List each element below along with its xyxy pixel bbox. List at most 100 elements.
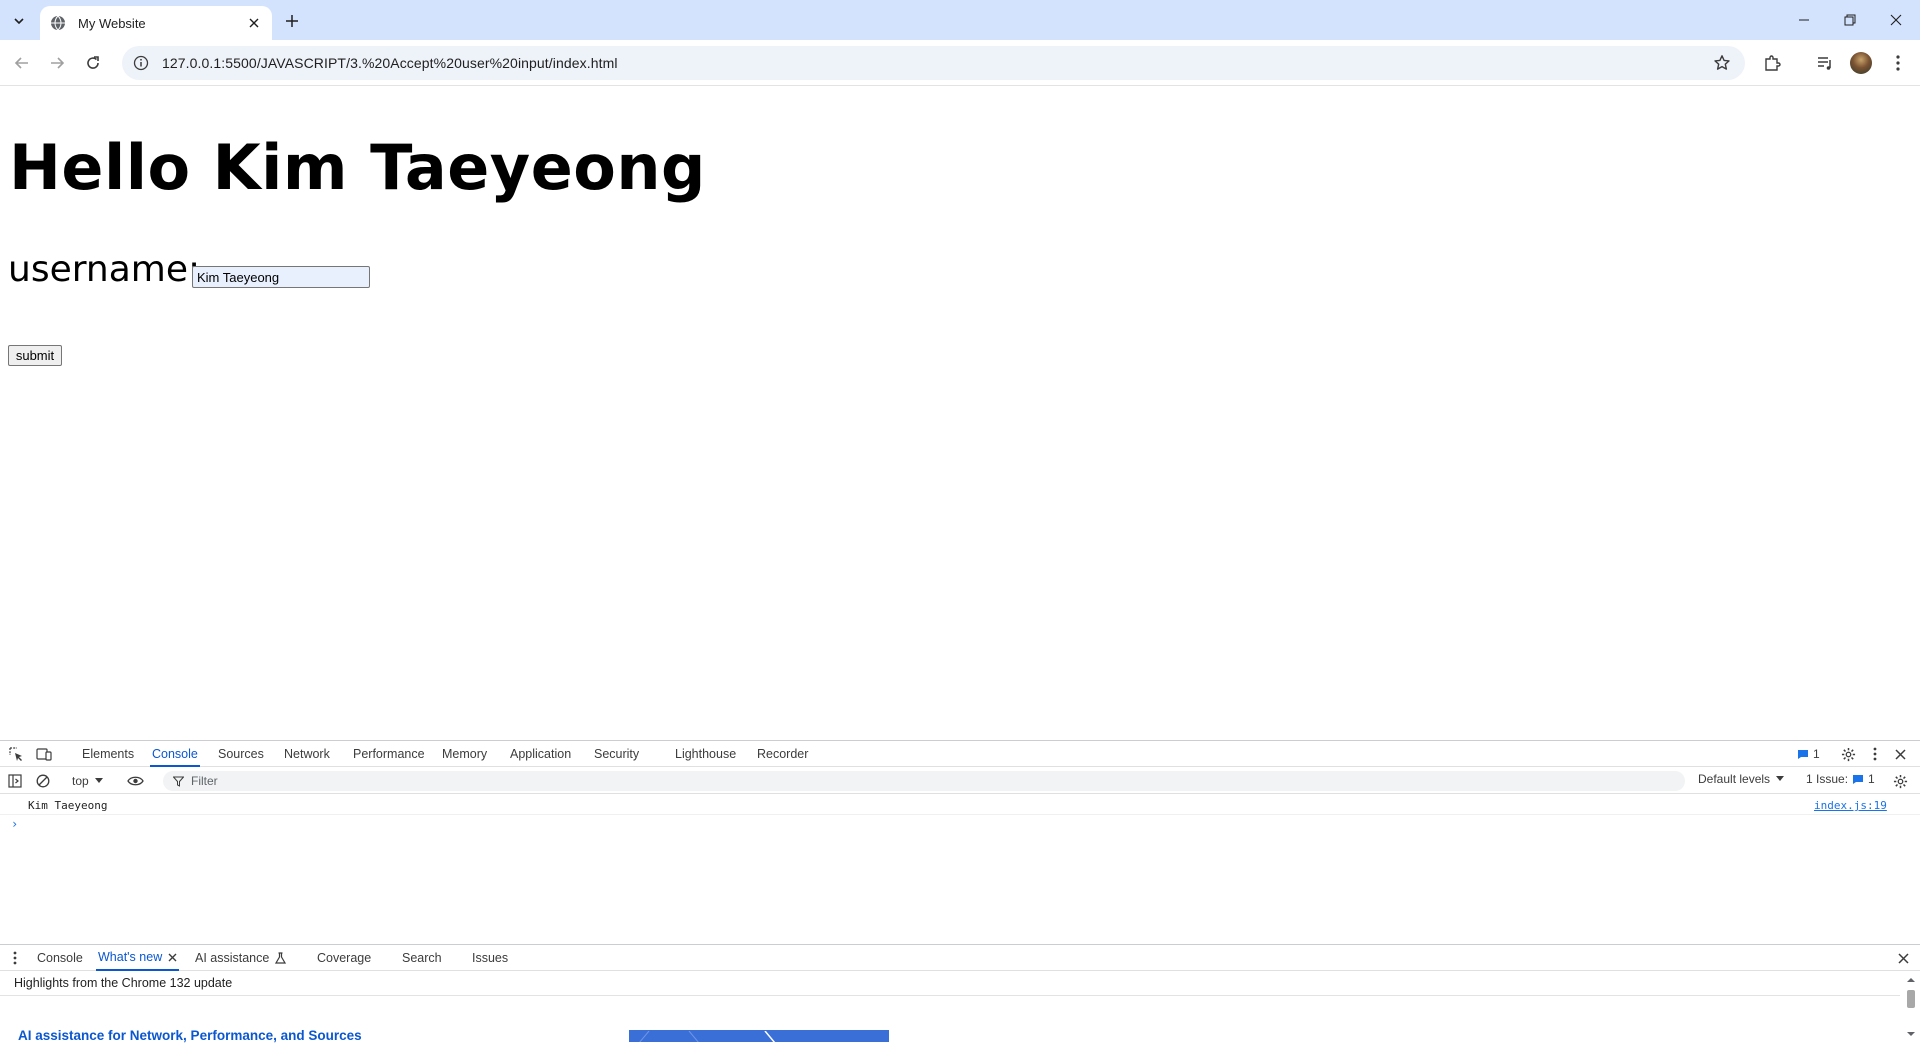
tab-memory[interactable]: Memory xyxy=(440,741,489,767)
drawer-tab-label: Coverage xyxy=(317,951,372,965)
restore-button[interactable] xyxy=(1827,0,1873,40)
url-text: 127.0.0.1:5500/JAVASCRIPT/3.%20Accept%20… xyxy=(162,55,618,71)
console-settings-icon[interactable] xyxy=(1891,772,1909,790)
drawer-menu-icon[interactable] xyxy=(6,949,24,967)
console-toolbar: top Filter Default levels 1 Issue: 1 xyxy=(0,768,1920,794)
devtools-panel: Elements Console Sources Network Perform… xyxy=(0,740,1920,1043)
tab-title: My Website xyxy=(78,15,146,31)
scroll-up-arrow-icon[interactable] xyxy=(1904,975,1918,985)
devtools-settings-icon[interactable] xyxy=(1839,745,1857,763)
live-expression-eye-icon[interactable] xyxy=(126,772,144,790)
drawer-tab-ai-assistance[interactable]: AI assistance xyxy=(193,945,288,971)
tab-application[interactable]: Application xyxy=(508,741,573,767)
console-log-entry: Kim Taeyeong index.js:19 xyxy=(0,795,1920,815)
minimize-button[interactable] xyxy=(1781,0,1827,40)
tab-strip: My Website xyxy=(0,0,1920,40)
messages-count: 1 xyxy=(1813,747,1820,761)
close-window-button[interactable] xyxy=(1873,0,1919,40)
drawer-tab-label: Search xyxy=(402,951,442,965)
issues-counter[interactable]: 1 Issue: 1 xyxy=(1806,772,1875,786)
username-label: username: xyxy=(8,249,201,290)
whats-new-heading: Highlights from the Chrome 132 update xyxy=(14,976,233,990)
site-info-icon[interactable] xyxy=(132,54,150,72)
whats-new-article-link[interactable]: AI assistance for Network, Performance, … xyxy=(18,1028,362,1043)
close-icon[interactable] xyxy=(168,953,177,962)
back-button[interactable] xyxy=(8,49,36,77)
drawer-tab-whats-new[interactable]: What's new xyxy=(96,945,180,971)
tab-performance[interactable]: Performance xyxy=(351,741,427,767)
tab-console[interactable]: Console xyxy=(150,741,200,767)
divider xyxy=(0,995,1900,996)
web-page: Hello Kim Taeyeong username: submit xyxy=(0,86,1920,740)
reload-icon xyxy=(87,56,99,69)
console-filter-input[interactable]: Filter xyxy=(163,771,1685,791)
browser-tab[interactable]: My Website xyxy=(40,6,272,40)
tab-lighthouse[interactable]: Lighthouse xyxy=(673,741,738,767)
chevron-down-icon xyxy=(14,18,24,25)
close-tab-icon[interactable] xyxy=(246,15,262,31)
console-output: Kim Taeyeong index.js:19 › xyxy=(0,795,1920,945)
drawer-tab-issues[interactable]: Issues xyxy=(470,945,510,971)
arrow-left-icon xyxy=(14,57,28,69)
username-input[interactable] xyxy=(192,266,370,288)
drawer-close-icon[interactable] xyxy=(1894,949,1912,967)
drawer-tab-label: Console xyxy=(37,951,83,965)
sidebar-toggle-icon[interactable] xyxy=(6,772,24,790)
plus-icon xyxy=(286,15,298,27)
issues-label: 1 Issue: xyxy=(1806,772,1849,786)
devtools-tab-bar: Elements Console Sources Network Perform… xyxy=(0,741,1920,767)
profile-avatar[interactable] xyxy=(1850,52,1872,74)
messages-badge[interactable]: 1 xyxy=(1797,741,1820,767)
log-source-link[interactable]: index.js:19 xyxy=(1814,799,1887,812)
minimize-icon xyxy=(1799,19,1809,21)
device-toolbar-icon[interactable] xyxy=(35,745,53,763)
scroll-thumb[interactable] xyxy=(1907,990,1915,1008)
log-levels-label: Default levels xyxy=(1698,772,1771,786)
console-prompt[interactable]: › xyxy=(11,817,18,831)
forward-button[interactable] xyxy=(43,49,71,77)
greeting-heading: Hello Kim Taeyeong xyxy=(9,131,706,204)
drawer-tab-bar: Console What's new AI assistance Coverag… xyxy=(0,944,1920,971)
globe-icon xyxy=(51,15,65,31)
drawer-scrollbar[interactable] xyxy=(1904,972,1918,1041)
bookmark-star-icon[interactable] xyxy=(1711,52,1733,74)
browser-toolbar: 127.0.0.1:5500/JAVASCRIPT/3.%20Accept%20… xyxy=(0,40,1920,86)
whats-new-thumbnail[interactable] xyxy=(629,1030,889,1042)
devtools-more-icon[interactable] xyxy=(1866,745,1884,763)
filter-placeholder: Filter xyxy=(191,774,218,788)
tab-search-button[interactable] xyxy=(6,8,32,34)
whats-new-panel: Highlights from the Chrome 132 update AI… xyxy=(0,972,1920,1043)
media-controls-button[interactable] xyxy=(1813,51,1837,75)
new-tab-button[interactable] xyxy=(280,9,304,33)
context-select[interactable]: top xyxy=(72,772,103,790)
close-icon xyxy=(1890,14,1902,26)
drawer-tab-search[interactable]: Search xyxy=(400,945,444,971)
message-icon xyxy=(1853,774,1864,784)
drawer-tab-label: AI assistance xyxy=(195,951,270,965)
caret-down-icon xyxy=(1776,776,1785,781)
tab-security[interactable]: Security xyxy=(592,741,641,767)
arrow-right-icon xyxy=(51,57,65,69)
submit-button[interactable]: submit xyxy=(8,345,62,366)
clear-console-icon[interactable] xyxy=(34,772,52,790)
playlist-icon xyxy=(1818,57,1831,70)
message-icon xyxy=(1798,749,1808,759)
tab-network[interactable]: Network xyxy=(282,741,332,767)
tab-elements[interactable]: Elements xyxy=(80,741,136,767)
reload-button[interactable] xyxy=(79,49,107,77)
inspect-element-icon[interactable] xyxy=(7,745,25,763)
drawer-tab-console[interactable]: Console xyxy=(35,945,85,971)
issues-count: 1 xyxy=(1868,772,1875,786)
extensions-button[interactable] xyxy=(1760,51,1784,75)
puzzle-icon xyxy=(1765,55,1781,71)
devtools-close-icon[interactable] xyxy=(1891,745,1909,763)
tab-sources[interactable]: Sources xyxy=(216,741,266,767)
browser-menu-button[interactable] xyxy=(1886,51,1910,75)
scroll-down-arrow-icon[interactable] xyxy=(1904,1029,1918,1039)
log-levels-dropdown[interactable]: Default levels xyxy=(1698,772,1785,786)
filter-icon xyxy=(173,776,184,787)
address-bar[interactable]: 127.0.0.1:5500/JAVASCRIPT/3.%20Accept%20… xyxy=(122,46,1745,80)
tab-recorder[interactable]: Recorder xyxy=(755,741,810,767)
drawer-tab-label: What's new xyxy=(98,950,163,964)
drawer-tab-coverage[interactable]: Coverage xyxy=(315,945,373,971)
